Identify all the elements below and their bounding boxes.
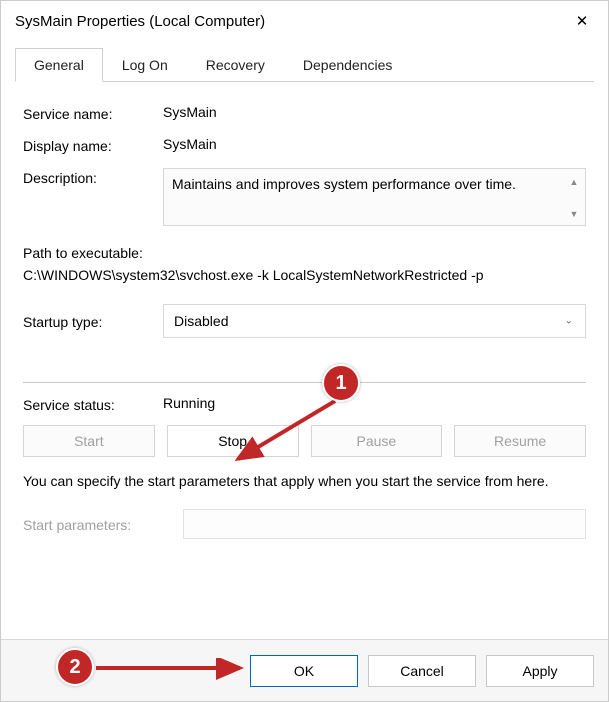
close-icon: ✕	[576, 12, 589, 30]
start-parameters-label: Start parameters:	[23, 515, 183, 533]
annotation-marker-1: 1	[322, 364, 360, 402]
annotation-arrow-1	[220, 395, 350, 475]
start-parameters-input	[183, 509, 586, 539]
service-name-label: Service name:	[23, 104, 163, 122]
path-label: Path to executable:	[23, 242, 586, 264]
tab-recovery[interactable]: Recovery	[187, 48, 284, 82]
window-title: SysMain Properties (Local Computer)	[15, 13, 560, 30]
divider	[23, 382, 586, 383]
description-label: Description:	[23, 168, 163, 186]
tab-log-on[interactable]: Log On	[103, 48, 187, 82]
tab-dependencies[interactable]: Dependencies	[284, 48, 412, 82]
titlebar: SysMain Properties (Local Computer) ✕	[1, 1, 608, 41]
close-button[interactable]: ✕	[560, 5, 604, 37]
startup-type-label: Startup type:	[23, 312, 163, 330]
display-name-label: Display name:	[23, 136, 163, 154]
scroll-up-icon: ▲	[570, 173, 579, 191]
service-name-value: SysMain	[163, 104, 586, 120]
chevron-down-icon: ⌄	[565, 316, 573, 327]
annotation-arrow-2	[92, 658, 252, 682]
startup-type-value: Disabled	[174, 313, 228, 329]
apply-button[interactable]: Apply	[486, 655, 594, 687]
tab-panel-general: Service name: SysMain Display name: SysM…	[1, 82, 608, 639]
resume-button: Resume	[454, 425, 586, 457]
startup-type-select[interactable]: Disabled ⌄	[163, 304, 586, 338]
description-box: Maintains and improves system performanc…	[163, 168, 586, 226]
service-status-label: Service status:	[23, 395, 163, 413]
tab-general[interactable]: General	[15, 48, 103, 82]
path-value: C:\WINDOWS\system32\svchost.exe -k Local…	[23, 264, 586, 286]
annotation-marker-2: 2	[56, 648, 94, 686]
description-scroll[interactable]: ▲ ▼	[567, 173, 581, 223]
start-button: Start	[23, 425, 155, 457]
description-text: Maintains and improves system performanc…	[172, 176, 516, 192]
display-name-value: SysMain	[163, 136, 586, 152]
tab-strip: General Log On Recovery Dependencies	[15, 47, 594, 82]
cancel-button[interactable]: Cancel	[368, 655, 476, 687]
scroll-down-icon: ▼	[570, 205, 579, 223]
ok-button[interactable]: OK	[250, 655, 358, 687]
